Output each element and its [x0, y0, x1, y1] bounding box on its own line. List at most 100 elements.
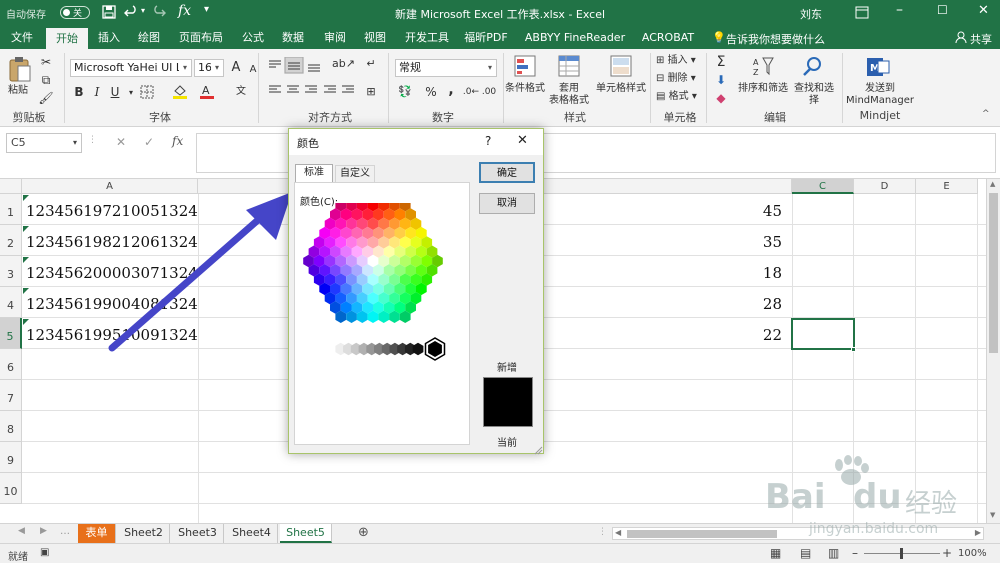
- maximize-icon[interactable]: ☐: [937, 3, 948, 17]
- sheet-tab-sheet3[interactable]: Sheet3: [172, 524, 224, 543]
- cancel-button[interactable]: 取消: [479, 193, 535, 214]
- active-cell-selection[interactable]: [791, 318, 855, 350]
- cancel-entry-icon[interactable]: ✕: [116, 135, 126, 149]
- borders-icon[interactable]: [140, 85, 154, 99]
- minimize-icon[interactable]: –: [896, 2, 903, 18]
- autosum-icon[interactable]: Σ: [712, 53, 730, 71]
- send-to-line2[interactable]: MindManager: [846, 95, 914, 107]
- tab-file[interactable]: 文件: [5, 26, 39, 49]
- zoom-slider-thumb[interactable]: [900, 548, 903, 559]
- scroll-up-icon[interactable]: ▲: [990, 180, 995, 188]
- zoom-level[interactable]: 100%: [958, 548, 987, 559]
- send-to-line1[interactable]: 发送到: [846, 83, 914, 95]
- splitter-icon[interactable]: ⋮: [598, 527, 607, 537]
- more-sheets-icon[interactable]: …: [60, 526, 70, 537]
- normal-view-icon[interactable]: ▦: [770, 546, 781, 560]
- autosave-toggle[interactable]: 关: [60, 6, 90, 19]
- italic-button[interactable]: I: [88, 83, 106, 101]
- comma-button[interactable]: ,: [442, 81, 460, 99]
- cell-styles-icon[interactable]: [610, 55, 632, 77]
- ribbon-display-icon[interactable]: [855, 6, 869, 19]
- row-header-9[interactable]: 9: [0, 442, 22, 473]
- chevron-down-icon[interactable]: ▾: [211, 60, 223, 76]
- row-header-3[interactable]: 3: [0, 256, 22, 287]
- clear-icon[interactable]: ◆: [712, 89, 730, 107]
- find-select-icon[interactable]: [802, 55, 824, 77]
- sheet-tab-form[interactable]: 表单: [78, 524, 116, 543]
- customize-qat-icon[interactable]: ▾: [204, 4, 209, 15]
- column-header-c[interactable]: C: [792, 179, 854, 194]
- orientation-icon[interactable]: ab↗: [332, 55, 355, 73]
- column-header-e[interactable]: E: [916, 179, 978, 194]
- sort-filter-button[interactable]: 排序和筛选: [738, 83, 788, 95]
- tab-standard[interactable]: 标准: [295, 164, 333, 182]
- zoom-out-icon[interactable]: –: [852, 546, 858, 560]
- fx-button[interactable]: fx: [172, 134, 183, 148]
- grow-font-icon[interactable]: A: [227, 59, 245, 77]
- close-window-icon[interactable]: ✕: [978, 3, 989, 18]
- select-all-corner[interactable]: [0, 179, 22, 194]
- tab-formulas[interactable]: 公式: [236, 26, 270, 49]
- tab-page-layout[interactable]: 页面布局: [175, 26, 227, 49]
- insert-cells-button[interactable]: ⊞ 插入 ▾: [656, 55, 696, 67]
- copy-icon[interactable]: ⧉: [37, 71, 55, 89]
- insert-function-icon[interactable]: fx: [178, 3, 191, 19]
- sort-filter-icon[interactable]: AZ: [752, 55, 774, 77]
- help-icon[interactable]: ?: [485, 134, 491, 148]
- font-color-icon[interactable]: A: [199, 83, 215, 100]
- tab-view[interactable]: 视图: [358, 26, 392, 49]
- cell-b3[interactable]: 18: [740, 264, 782, 282]
- cell-b4[interactable]: 28: [740, 295, 782, 313]
- cell-b2[interactable]: 35: [740, 233, 782, 251]
- tab-acrobat[interactable]: ACROBAT: [640, 26, 696, 49]
- mindmanager-icon[interactable]: M: [866, 55, 890, 79]
- page-layout-view-icon[interactable]: ▤: [800, 546, 811, 560]
- merge-center-icon[interactable]: ⊞: [362, 83, 380, 101]
- find-select-button[interactable]: 查找和选择: [790, 83, 838, 107]
- tab-data[interactable]: 数据: [276, 26, 310, 49]
- font-size-combo[interactable]: 16 ▾: [194, 59, 224, 77]
- wrap-text-icon[interactable]: ↵: [362, 55, 380, 73]
- tab-foxit-pdf[interactable]: 福昕PDF: [460, 26, 512, 49]
- tab-insert[interactable]: 插入: [92, 26, 126, 49]
- add-sheet-icon[interactable]: ⊕: [358, 525, 369, 540]
- cell-b1[interactable]: 45: [740, 202, 782, 220]
- row-header-5[interactable]: 5: [0, 318, 22, 349]
- scroll-left-icon[interactable]: ◀: [615, 528, 621, 537]
- cell-styles-button[interactable]: 单元格样式: [594, 83, 648, 95]
- paste-icon[interactable]: [8, 55, 32, 83]
- shrink-font-icon[interactable]: A: [244, 61, 262, 79]
- h-scrollbar-thumb[interactable]: [627, 530, 777, 538]
- name-box[interactable]: C5 ▾: [6, 133, 82, 153]
- splitter-icon[interactable]: ⋮: [88, 135, 97, 145]
- redo-icon[interactable]: [152, 5, 166, 19]
- collapse-ribbon-icon[interactable]: ^: [982, 109, 990, 119]
- increase-decimal-icon[interactable]: .0←: [462, 83, 480, 101]
- table-format-icon[interactable]: [558, 55, 580, 77]
- percent-button[interactable]: %: [422, 83, 440, 101]
- next-sheet-icon[interactable]: ▶: [40, 526, 47, 536]
- resize-grip-icon[interactable]: [533, 445, 543, 455]
- fill-icon[interactable]: ⬇: [712, 71, 730, 89]
- tab-home[interactable]: 开始: [46, 28, 88, 49]
- sheet-tab-sheet4[interactable]: Sheet4: [226, 524, 278, 543]
- row-header-8[interactable]: 8: [0, 411, 22, 442]
- tab-review[interactable]: 审阅: [318, 26, 352, 49]
- cut-icon[interactable]: ✂: [37, 53, 55, 71]
- delete-cells-button[interactable]: ⊟ 删除 ▾: [656, 73, 696, 85]
- row-header-1[interactable]: 1: [0, 194, 22, 225]
- bold-button[interactable]: B: [70, 83, 88, 101]
- row-header-10[interactable]: 10: [0, 473, 22, 504]
- format-cells-button[interactable]: ▤ 格式 ▾: [656, 91, 697, 103]
- scrollbar-thumb[interactable]: [989, 193, 998, 353]
- confirm-entry-icon[interactable]: ✓: [144, 135, 154, 149]
- save-icon[interactable]: [102, 5, 116, 19]
- sheet-tab-sheet2[interactable]: Sheet2: [118, 524, 170, 543]
- chevron-down-icon[interactable]: ▾: [179, 60, 191, 76]
- font-name-combo[interactable]: Microsoft YaHei UI Ligh ▾: [70, 59, 192, 77]
- share-button[interactable]: 共享: [970, 31, 992, 47]
- tell-me-box[interactable]: 告诉我你想要做什么: [726, 31, 825, 47]
- tab-custom[interactable]: 自定义: [335, 165, 375, 182]
- user-name[interactable]: 刘东: [800, 6, 822, 22]
- close-icon[interactable]: ✕: [517, 133, 528, 148]
